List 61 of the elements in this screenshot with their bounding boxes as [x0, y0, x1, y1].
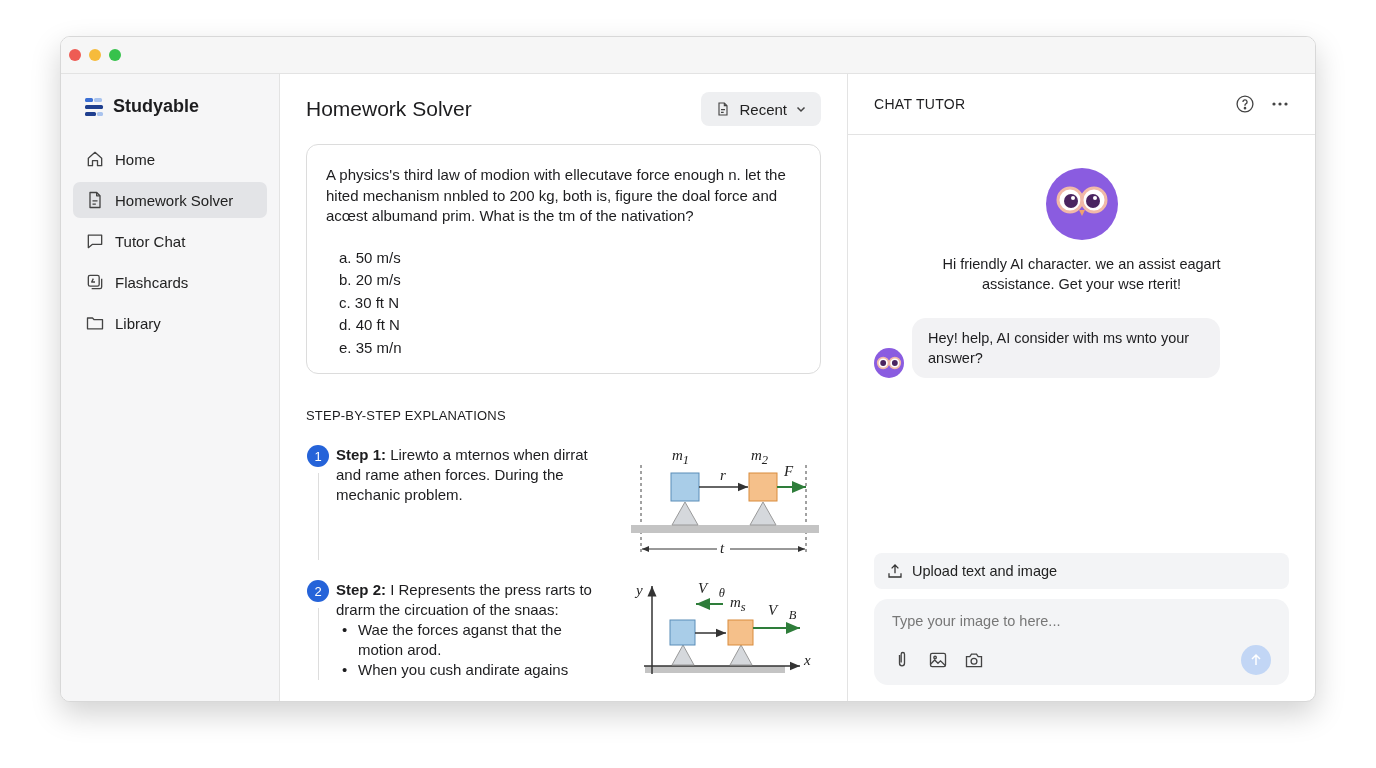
velocity-arrow: [752, 622, 801, 634]
more-options-icon[interactable]: [1271, 101, 1289, 107]
support-triangle: [729, 644, 753, 666]
mass-block: [748, 472, 778, 502]
bullet-text: When you cush andirate agains: [358, 660, 570, 680]
house-icon: [85, 149, 105, 169]
sidebar-item[interactable]: Homework Solver: [73, 182, 267, 218]
upload-button[interactable]: Upload text and image: [874, 553, 1289, 589]
owl-avatar: [874, 348, 904, 378]
mass-label: m$_{2}$: [751, 447, 769, 468]
sidebar-item[interactable]: Flashcards: [73, 264, 267, 300]
mass-block: [669, 619, 696, 646]
support-triangle: [671, 501, 699, 526]
step-text: Step 1: Lirewto a mternos when dirrat and rame athen forces. During the mechanic problem.: [336, 445, 589, 505]
section-heading: STEP-BY-STEP EXPLANATIONS: [306, 408, 507, 423]
answer-option: c. 30 ft N: [339, 291, 790, 314]
stacked-bars-logo-icon: [85, 97, 105, 116]
arrow-up-icon: [1249, 653, 1263, 667]
welcome-text: Hi friendly AI character. we an assist eagart assistance. Get your wse rterit!: [941, 255, 1222, 294]
app-name: Studyable: [113, 96, 200, 117]
sidebar-item[interactable]: Library: [73, 305, 267, 341]
answer-option: d. 40 ft N: [339, 314, 790, 337]
message-input[interactable]: Type your image to here...: [892, 611, 1271, 631]
answer-option: e. 35 m/n: [339, 336, 790, 359]
step-number: 2: [307, 580, 329, 602]
distance-label: r: [720, 467, 726, 483]
help-icon[interactable]: [1235, 94, 1255, 114]
support-triangle: [749, 501, 777, 526]
question-text: A physics's third law of modion with ellecutave force enough n. let the hited mechanism nnbled to 200 kg, both is, figure the doal force and acœst albumand prim. What is the tm of the nativation?: [326, 165, 787, 226]
step-text: Step 2: I Represents the press rarts to drarm the circuation of the snaas:: [336, 580, 593, 620]
page-title: Homework Solver: [306, 97, 472, 121]
axis-label: y: [636, 582, 643, 598]
mass-block: [670, 472, 700, 502]
mass-block: [727, 619, 754, 646]
recent-dropdown[interactable]: Recent: [701, 92, 821, 126]
force-arrow: [698, 482, 749, 492]
panel-title: CHAT TUTOR: [874, 96, 966, 112]
bullet-text: Wae the forces aganst that the motion arod.: [358, 620, 563, 660]
mass-label: m$_{s}$: [730, 594, 746, 615]
upload-icon: [886, 562, 904, 580]
mass-label: m$_{1}$: [672, 447, 690, 468]
bullet-marker: •: [342, 620, 349, 640]
bullet-marker: •: [342, 660, 349, 680]
image-icon[interactable]: [928, 650, 948, 670]
sidebar-item[interactable]: Tutor Chat: [73, 223, 267, 259]
length-label: t: [720, 540, 725, 556]
step-number: 1: [307, 445, 329, 467]
velocity-label: V⃗$_{θ}$: [698, 580, 725, 601]
sidebar-item[interactable]: Home: [73, 141, 267, 177]
support-triangle: [671, 644, 695, 666]
chat-message: Hey! help, AI consider with ms wnto your answer?: [912, 318, 1220, 378]
axis-label: x: [804, 652, 811, 668]
velocity-label: V⃗$_{B}$: [768, 602, 797, 623]
force-label: F⃗: [784, 463, 805, 479]
close-window-icon[interactable]: [69, 49, 81, 61]
force-arrow: [776, 481, 807, 493]
velocity-arrow: [695, 598, 724, 610]
answer-option: b. 20 m/s: [339, 269, 790, 292]
force-arrow: [694, 628, 727, 638]
cards-icon: [85, 272, 105, 292]
answer-option: a. 50 m/s: [339, 246, 790, 269]
